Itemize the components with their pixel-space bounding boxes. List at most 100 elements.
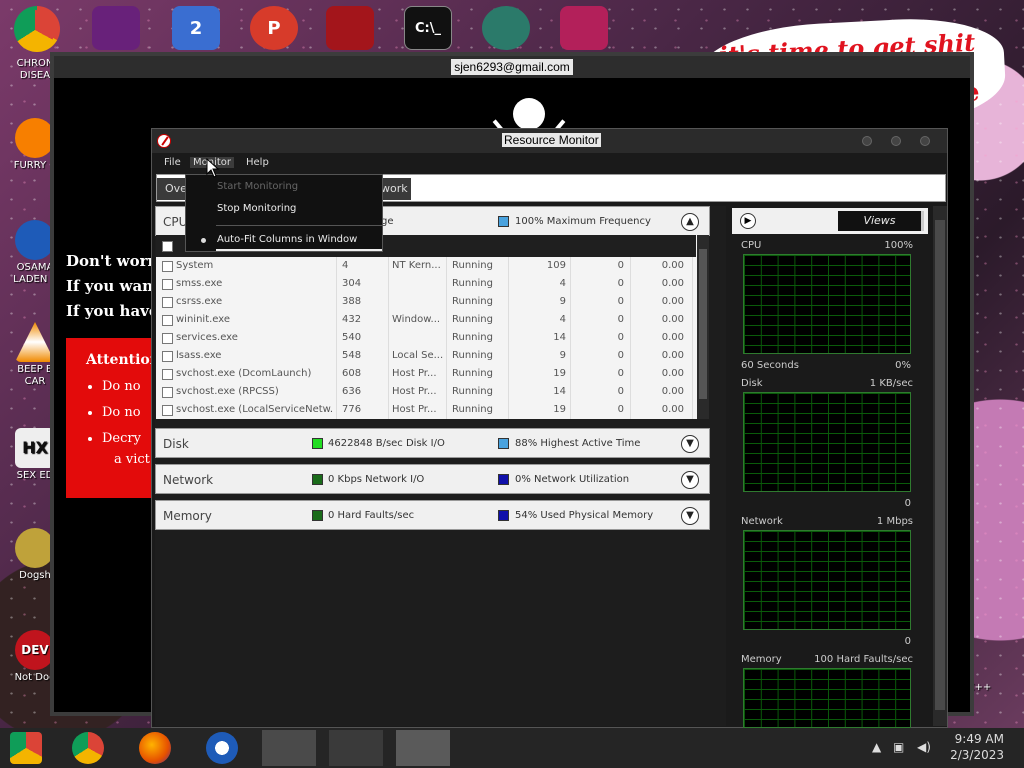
process-checkbox[interactable] (162, 351, 173, 362)
table-row[interactable]: csrss.exe 388 Running 9 0 0.00 (156, 293, 696, 311)
table-row[interactable]: smss.exe 304 Running 4 0 0.00 (156, 275, 696, 293)
memory-header[interactable]: Memory 0 Hard Faults/sec 54% Used Physic… (155, 500, 710, 530)
menu-stop-monitoring[interactable]: Stop Monitoring (217, 203, 296, 214)
dog-icon (15, 528, 55, 568)
table-row[interactable]: wininit.exe 432 Window... Running 4 0 0.00 (156, 311, 696, 329)
firefox-icon[interactable] (139, 732, 171, 764)
views-button[interactable]: Views (838, 211, 924, 231)
ransom-line-3: If you have (66, 302, 159, 320)
process-checkbox[interactable] (162, 387, 173, 398)
table-row[interactable]: services.exe 540 Running 14 0 0.00 (156, 329, 696, 347)
app-2-icon[interactable]: 2 (172, 6, 220, 50)
process-pid: 776 (342, 404, 362, 415)
p-icon[interactable]: P (250, 6, 298, 50)
menu-auto-fit-columns[interactable]: Auto-Fit Columns in Window (217, 234, 357, 245)
process-checkbox[interactable] (162, 333, 173, 344)
chevron-right-icon[interactable]: ▶ (740, 213, 756, 229)
memory-section-label: Memory (163, 509, 212, 523)
graph-time-span: 60 Seconds (741, 360, 799, 371)
process-threads: 19 (553, 368, 566, 379)
memory-faults-swatch (312, 510, 323, 521)
process-name: csrss.exe (176, 296, 223, 307)
video-icon[interactable] (560, 6, 608, 50)
process-desc: NT Kern... (392, 260, 441, 271)
chrome-icon[interactable] (72, 732, 104, 764)
process-status: Running (452, 278, 493, 289)
chevron-up-icon[interactable]: ▲ (681, 213, 699, 231)
chevron-down-icon[interactable]: ▼ (681, 507, 699, 525)
graph-max: 1 KB/sec (869, 378, 913, 389)
maximize-button[interactable] (891, 136, 901, 146)
process-cpu: 0 (617, 386, 624, 397)
chrome-icon (15, 10, 55, 50)
cmd-icon[interactable]: C:\_ (404, 6, 452, 50)
network-header[interactable]: Network 0 Kbps Network I/O 0% Network Ut… (155, 464, 710, 494)
table-row[interactable]: svchost.exe (LocalServiceNetw... 776 Host … (156, 401, 696, 419)
cpu-freq-swatch (498, 216, 509, 227)
visual-studio-icon[interactable] (92, 6, 140, 50)
table-row[interactable]: svchost.exe (RPCSS) 636 Host Pr... Running 1… (156, 383, 696, 401)
close-button[interactable] (920, 136, 930, 146)
menu-file[interactable]: File (164, 157, 181, 168)
process-avg: 0.00 (661, 296, 684, 307)
process-name: svchost.exe (RPCSS) (176, 386, 279, 397)
rm-titlebar[interactable]: Resource Monitor (152, 129, 947, 153)
disk-header[interactable]: Disk 4622848 B/sec Disk I/O 88% Highest … (155, 428, 710, 458)
menu-start-monitoring[interactable]: Start Monitoring (217, 181, 298, 192)
chevron-down-icon[interactable]: ▼ (681, 471, 699, 489)
minimize-button[interactable] (862, 136, 872, 146)
cpu-process-table: System 4 NT Kern... Running 109 0 0.00 smss.exe… (156, 235, 709, 419)
process-name: services.exe (176, 332, 238, 343)
tab-network[interactable]: work (381, 178, 411, 200)
disk-stat-io: 4622848 B/sec Disk I/O (328, 438, 445, 449)
taskbar-app-2[interactable] (329, 730, 383, 766)
process-scrollbar[interactable] (697, 235, 709, 419)
table-row[interactable]: System 4 NT Kern... Running 109 0 0.00 (156, 257, 696, 275)
menu-help[interactable]: Help (246, 157, 269, 168)
process-pid: 304 (342, 278, 362, 289)
taskbar-resource-monitor[interactable] (396, 730, 450, 766)
process-checkbox[interactable] (162, 297, 173, 308)
ransom-line-2: If you want (66, 277, 161, 295)
network-stat-util: 0% Network Utilization (515, 474, 630, 485)
process-pid: 636 (342, 386, 362, 397)
graph-max: 1 Mbps (876, 516, 913, 527)
graph-cpu (743, 254, 911, 354)
graph-label: Network (741, 516, 783, 527)
volume-icon[interactable]: ◀) (917, 740, 931, 754)
process-checkbox[interactable] (162, 369, 173, 380)
process-checkbox[interactable] (162, 261, 173, 272)
process-avg: 0.00 (661, 368, 684, 379)
cpu-section-label: CPU (163, 215, 188, 229)
memory-stat-used: 54% Used Physical Memory (515, 510, 654, 521)
start-button[interactable] (10, 732, 42, 764)
graph-memory (743, 668, 911, 728)
process-checkbox[interactable] (162, 279, 173, 290)
process-status: Running (452, 314, 493, 325)
select-all-checkbox[interactable] (162, 241, 173, 252)
process-checkbox[interactable] (162, 315, 173, 326)
ransom-titlebar[interactable]: sjen6293@gmail.com (54, 56, 970, 78)
firefox-icon (15, 118, 55, 158)
clock[interactable]: 9:49 AM 2/3/2023 (950, 731, 1004, 763)
menubar: File Monitor Help (156, 155, 946, 171)
taskbar-app-1[interactable] (262, 730, 316, 766)
process-checkbox[interactable] (162, 405, 173, 416)
pirate-icon[interactable] (482, 6, 530, 50)
process-threads: 14 (553, 386, 566, 397)
resource-monitor-icon (157, 134, 171, 148)
obama-logo-icon[interactable] (206, 732, 238, 764)
clock-date: 2/3/2023 (950, 748, 1004, 762)
tab-overview[interactable]: Ove (157, 178, 187, 200)
process-threads: 14 (553, 332, 566, 343)
table-row[interactable]: svchost.exe (DcomLaunch) 608 Host Pr... Run… (156, 365, 696, 383)
chevron-down-icon[interactable]: ▼ (681, 435, 699, 453)
network-icon[interactable]: ▣ (893, 740, 904, 754)
obama-logo-icon (15, 220, 55, 260)
red-logo-icon[interactable] (326, 6, 374, 50)
monitor-menu-dropdown: Start Monitoring Stop Monitoring Auto-Fi… (185, 174, 383, 252)
graphs-scrollbar[interactable] (933, 206, 947, 726)
graph-min: 0 (904, 498, 911, 509)
show-hidden-icons-icon[interactable]: ▲ (872, 740, 881, 754)
table-row[interactable]: lsass.exe 548 Local Se... Running 9 0 0.00 (156, 347, 696, 365)
